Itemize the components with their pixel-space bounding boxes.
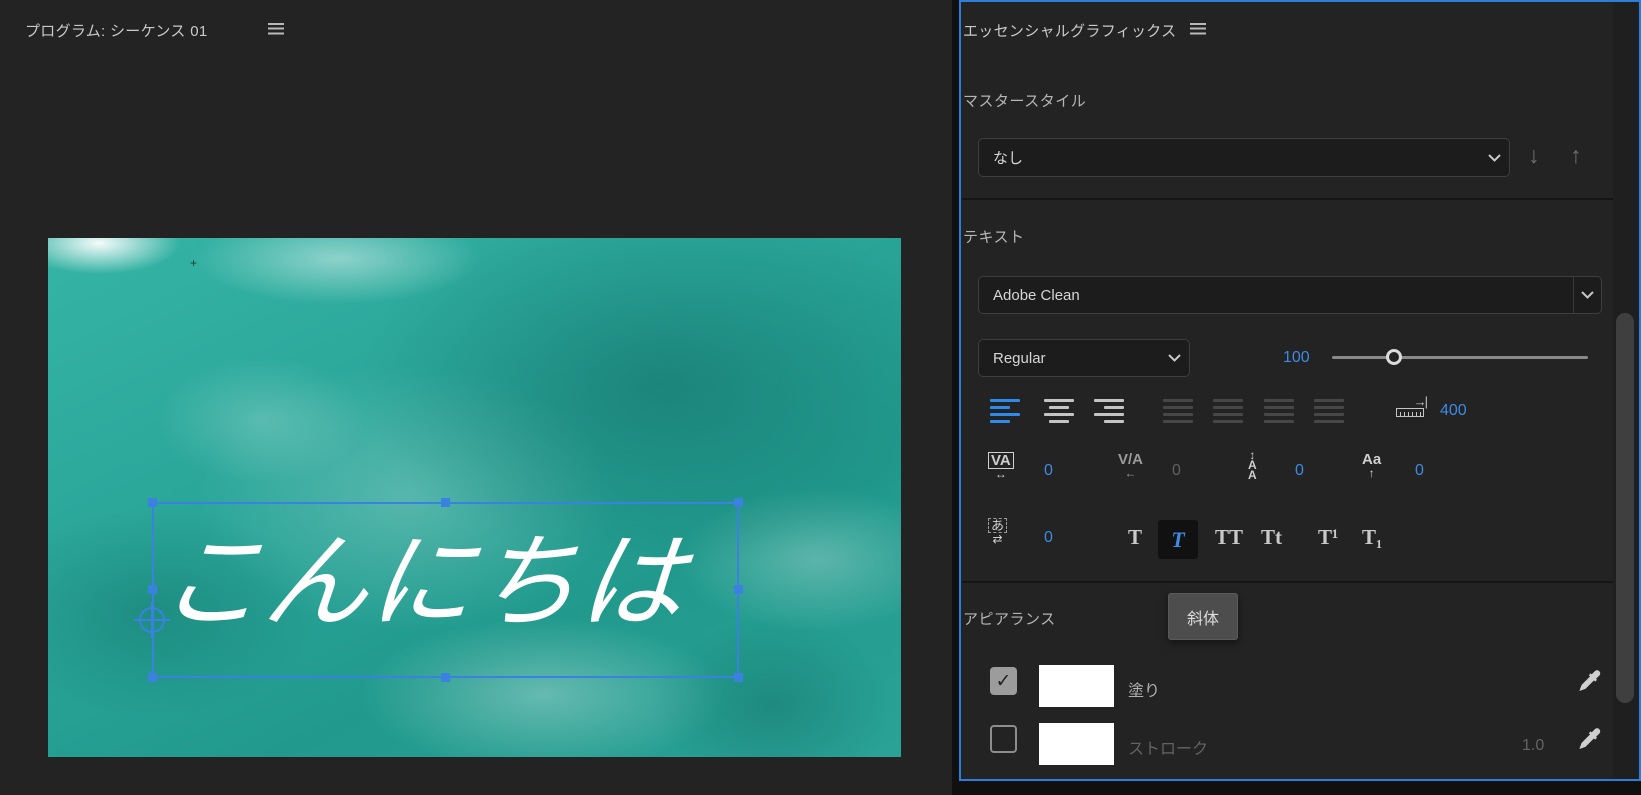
- push-style-down-icon[interactable]: ↓: [1528, 144, 1540, 167]
- anchor-point[interactable]: [134, 602, 170, 638]
- superscript-button[interactable]: T¹: [1318, 527, 1338, 548]
- chevron-down-icon: [1479, 153, 1509, 162]
- scrollbar-thumb[interactable]: [1616, 313, 1634, 703]
- font-size-value[interactable]: 100: [1283, 349, 1310, 367]
- resize-handle[interactable]: [440, 673, 450, 682]
- fill-color-swatch[interactable]: [1039, 665, 1114, 707]
- essential-graphics-title: エッセンシャルグラフィックス: [963, 23, 1177, 40]
- stroke-color-swatch[interactable]: [1039, 723, 1114, 765]
- panel-menu-icon[interactable]: [268, 23, 284, 35]
- font-family-value: Adobe Clean: [993, 286, 1080, 304]
- resize-handle[interactable]: [148, 673, 157, 682]
- tracking-icon[interactable]: VA ↔: [988, 452, 1014, 480]
- baseline-shift-value[interactable]: 0: [1415, 462, 1424, 480]
- chevron-down-icon: [1159, 354, 1189, 362]
- program-monitor-title: プログラム: シーケンス 01: [25, 23, 208, 40]
- justify-last-left-icon[interactable]: [1163, 399, 1193, 423]
- panel-menu-icon[interactable]: [1190, 23, 1206, 35]
- master-style-value: なし: [993, 150, 1024, 167]
- font-family-dropdown[interactable]: Adobe Clean: [978, 276, 1602, 314]
- chevron-down-icon: [1573, 277, 1601, 313]
- tracking-value[interactable]: 0: [1044, 462, 1053, 480]
- leading-icon[interactable]: ↕ A A: [1248, 449, 1257, 481]
- kerning-icon[interactable]: V/A ←: [1118, 452, 1143, 479]
- leading-ruler-value[interactable]: 400: [1440, 402, 1467, 420]
- justify-all-icon[interactable]: [1314, 399, 1344, 423]
- faux-italic-button[interactable]: T: [1158, 520, 1198, 559]
- justify-last-center-icon[interactable]: [1213, 399, 1243, 423]
- push-style-up-icon[interactable]: ↑: [1570, 144, 1582, 167]
- justify-last-right-icon[interactable]: [1264, 399, 1294, 423]
- video-preview[interactable]: + こんにちは: [48, 238, 901, 757]
- resize-handle[interactable]: [734, 498, 743, 507]
- text-selection-box[interactable]: [148, 498, 743, 682]
- stroke-checkbox[interactable]: [990, 725, 1017, 753]
- align-center-icon[interactable]: [1044, 399, 1074, 423]
- font-style-dropdown[interactable]: Regular: [978, 339, 1190, 377]
- text-section-label: テキスト: [963, 229, 1025, 246]
- master-style-dropdown[interactable]: なし: [978, 138, 1510, 177]
- app-window: プログラム: シーケンス 01 + こんにちは エッセンシャルグラフィックス マ…: [0, 0, 1641, 795]
- font-size-slider-track[interactable]: [1332, 356, 1588, 359]
- resize-handle[interactable]: [734, 585, 743, 594]
- kerning-value: 0: [1172, 462, 1181, 479]
- resize-handle[interactable]: [440, 498, 450, 507]
- master-style-label: マスタースタイル: [963, 93, 1087, 110]
- fill-checkbox[interactable]: ✓: [990, 667, 1017, 695]
- font-size-slider-handle[interactable]: [1386, 349, 1402, 365]
- small-caps-button[interactable]: Tt: [1261, 527, 1282, 548]
- section-divider: [962, 581, 1637, 583]
- resize-handle[interactable]: [148, 585, 157, 594]
- eyedropper-icon[interactable]: [1576, 666, 1603, 696]
- align-right-icon[interactable]: [1094, 399, 1124, 423]
- faux-bold-button[interactable]: T: [1128, 527, 1142, 548]
- subscript-button[interactable]: T₁: [1362, 527, 1382, 548]
- stroke-width-value: 1.0: [1522, 737, 1545, 754]
- essential-graphics-panel: [959, 0, 1641, 781]
- tsume-icon[interactable]: あ ⇄: [988, 518, 1008, 545]
- frame-marker-icon: +: [190, 256, 198, 270]
- leading-value[interactable]: 0: [1295, 462, 1304, 480]
- eyedropper-icon[interactable]: [1576, 724, 1603, 754]
- resize-handle[interactable]: [148, 498, 157, 507]
- program-monitor-panel: プログラム: シーケンス 01 + こんにちは: [0, 0, 952, 795]
- section-divider: [962, 198, 1637, 200]
- resize-handle[interactable]: [734, 673, 743, 682]
- all-caps-button[interactable]: TT: [1215, 527, 1243, 548]
- tsume-value[interactable]: 0: [1044, 529, 1053, 547]
- italic-tooltip: 斜体: [1168, 593, 1238, 640]
- font-style-value: Regular: [993, 349, 1046, 367]
- appearance-section-label: アピアランス: [963, 611, 1056, 628]
- stroke-label: ストローク: [1128, 741, 1209, 758]
- leading-ruler-icon[interactable]: →|: [1396, 395, 1428, 417]
- fill-label: 塗り: [1128, 683, 1161, 700]
- baseline-shift-icon[interactable]: Aa ↑: [1362, 452, 1381, 479]
- align-left-icon[interactable]: [990, 399, 1020, 423]
